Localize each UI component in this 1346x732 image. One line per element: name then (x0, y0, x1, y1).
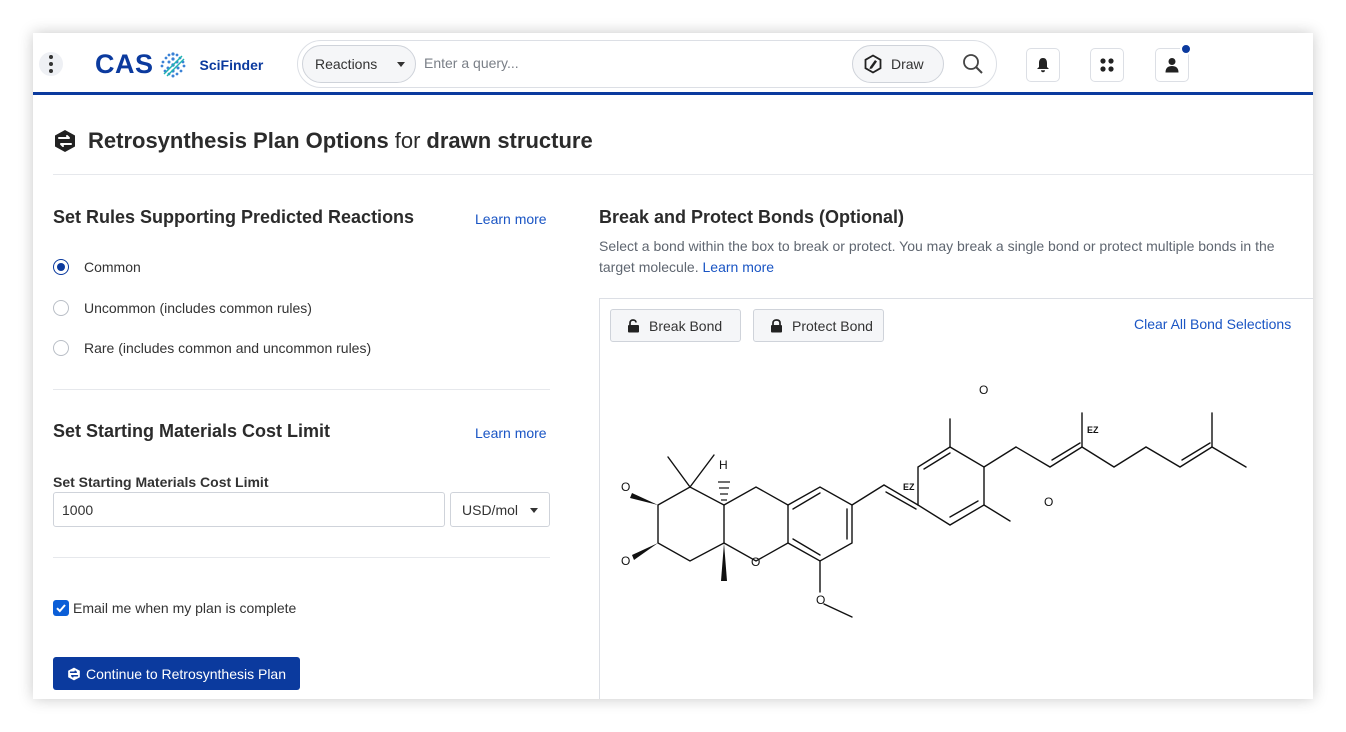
page-title-target: drawn structure (426, 128, 593, 153)
stereo-label-ez: EZ (1087, 425, 1099, 435)
rule-option-label: Uncommon (includes common rules) (84, 300, 312, 316)
protect-bond-label: Protect Bond (792, 317, 873, 334)
retrosynthesis-icon (55, 130, 75, 152)
radio-button[interactable] (53, 300, 69, 316)
cost-field-label: Set Starting Materials Cost Limit (53, 474, 269, 490)
checkbox[interactable] (53, 600, 69, 616)
rules-learn-more-link[interactable]: Learn more (475, 211, 547, 227)
currency-unit-label: USD/mol (462, 501, 519, 518)
atom-label-oxygen: O (621, 480, 630, 494)
page-title-main: Retrosynthesis Plan Options (88, 128, 389, 153)
draw-button[interactable]: Draw (852, 45, 944, 83)
top-bar: CAS SciFinder Reactions Enter a query...… (33, 33, 1313, 95)
cost-limit-input[interactable] (53, 492, 445, 527)
apps-grid-icon (1100, 58, 1114, 72)
atom-label-oxygen: O (1044, 495, 1053, 509)
draw-button-label: Draw (891, 56, 924, 72)
user-icon (1165, 58, 1179, 73)
cost-heading: Set Starting Materials Cost Limit (53, 421, 331, 441)
apps-button[interactable] (1090, 48, 1124, 82)
cas-logo-mark-icon (160, 51, 185, 77)
structure-panel: Break Bond Protect Bond Clear All Bond S… (599, 298, 1313, 699)
notifications-button[interactable] (1026, 48, 1060, 82)
radio-button[interactable] (53, 259, 69, 275)
break-bond-label: Break Bond (649, 317, 723, 334)
notification-badge (1180, 43, 1192, 55)
chevron-down-icon (530, 508, 538, 513)
divider (53, 389, 550, 390)
clear-bond-selections-link[interactable]: Clear All Bond Selections (1134, 316, 1291, 332)
menu-icon[interactable] (39, 52, 63, 76)
page-title-join: for (394, 128, 421, 153)
bell-icon (1037, 58, 1049, 73)
atom-label-hydrogen: H (719, 458, 728, 472)
email-notify-label: Email me when my plan is complete (73, 600, 297, 616)
rule-option-common[interactable]: Common (53, 259, 141, 275)
page-title: Retrosynthesis Plan Options for drawn st… (53, 128, 593, 154)
divider (53, 557, 550, 558)
bonds-description: Select a bond within the box to break or… (599, 236, 1313, 278)
divider (53, 174, 1313, 175)
email-notify-checkbox[interactable]: Email me when my plan is complete (53, 600, 296, 616)
rule-option-uncommon[interactable]: Uncommon (includes common rules) (53, 300, 312, 316)
atom-label-oxygen: O (979, 383, 988, 397)
radio-button[interactable] (53, 340, 69, 356)
retrosynthesis-icon (68, 667, 80, 680)
protect-bond-button[interactable]: Protect Bond (753, 309, 884, 342)
rule-option-rare[interactable]: Rare (includes common and uncommon rules… (53, 340, 371, 356)
checkmark-icon (56, 604, 66, 613)
search-icon[interactable] (962, 53, 984, 75)
rule-option-label: Rare (includes common and uncommon rules… (84, 340, 372, 356)
bonds-heading: Break and Protect Bonds (Optional) (599, 207, 905, 227)
stereo-label-ez: EZ (903, 482, 915, 492)
product-name: SciFinder (199, 56, 264, 73)
app-window: CAS SciFinder Reactions Enter a query...… (33, 33, 1313, 699)
currency-unit-dropdown[interactable]: USD/mol (450, 492, 550, 527)
brand-name: CAS (95, 49, 154, 79)
chevron-down-icon (397, 62, 405, 67)
molecule-structure[interactable]: O O H O O O O EZ EZ (600, 359, 1300, 639)
search-bar: Reactions Draw (297, 40, 997, 88)
continue-button[interactable]: Continue to Retrosynthesis Plan (53, 657, 300, 690)
search-scope-dropdown[interactable]: Reactions (302, 45, 416, 83)
bonds-learn-more-link[interactable]: Learn more (703, 259, 775, 275)
search-input[interactable] (424, 55, 824, 71)
atom-label-oxygen: O (751, 555, 760, 569)
break-bond-button[interactable]: Break Bond (610, 309, 741, 342)
atom-label-oxygen: O (816, 593, 825, 607)
continue-button-label: Continue to Retrosynthesis Plan (86, 665, 286, 682)
logo[interactable]: CAS SciFinder (95, 49, 263, 80)
lock-icon (771, 318, 782, 332)
atom-label-oxygen: O (621, 554, 630, 568)
rules-heading: Set Rules Supporting Predicted Reactions (53, 207, 415, 227)
unlock-icon (628, 318, 639, 332)
rule-option-label: Common (84, 259, 141, 275)
draw-structure-icon (864, 54, 882, 74)
bonds-description-text: Select a bond within the box to break or… (599, 238, 1275, 275)
search-scope-label: Reactions (315, 56, 378, 72)
cost-learn-more-link[interactable]: Learn more (475, 425, 547, 441)
